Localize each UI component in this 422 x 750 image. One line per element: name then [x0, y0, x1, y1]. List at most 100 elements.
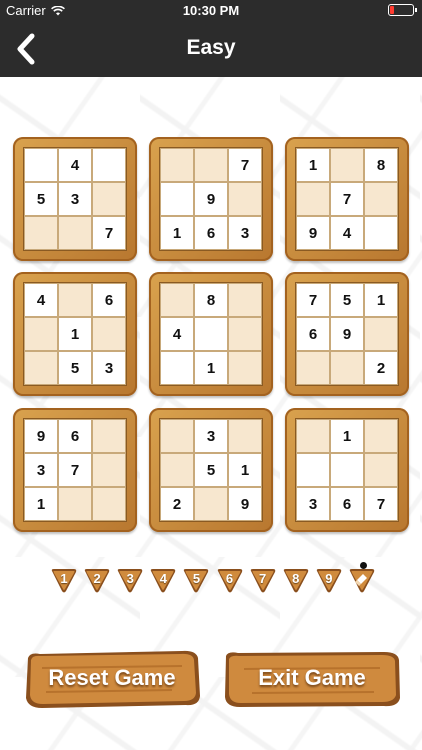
sudoku-cell[interactable]: 9 — [228, 487, 262, 521]
sudoku-cell[interactable] — [194, 148, 228, 182]
sudoku-cell[interactable] — [296, 182, 330, 216]
sudoku-cell[interactable] — [228, 351, 262, 385]
sudoku-cell[interactable] — [364, 182, 398, 216]
sudoku-cell[interactable]: 6 — [296, 317, 330, 351]
sudoku-cell[interactable] — [330, 148, 364, 182]
sudoku-cell[interactable]: 1 — [330, 419, 364, 453]
sudoku-cell[interactable] — [92, 419, 126, 453]
sudoku-cell[interactable]: 1 — [296, 148, 330, 182]
number-button-7[interactable]: 7 — [249, 568, 277, 594]
sudoku-cell[interactable] — [160, 182, 194, 216]
sudoku-cell[interactable]: 7 — [58, 453, 92, 487]
sudoku-cell[interactable]: 6 — [58, 419, 92, 453]
sudoku-cell[interactable] — [58, 283, 92, 317]
number-label: 6 — [225, 571, 234, 586]
sudoku-cell[interactable]: 9 — [296, 216, 330, 250]
sudoku-cell[interactable]: 8 — [364, 148, 398, 182]
sudoku-cell[interactable] — [160, 351, 194, 385]
sudoku-cell[interactable]: 7 — [296, 283, 330, 317]
sudoku-cell[interactable] — [58, 216, 92, 250]
sudoku-cell[interactable]: 1 — [160, 216, 194, 250]
page-title: Easy — [186, 36, 236, 59]
sudoku-cell[interactable] — [228, 283, 262, 317]
number-button-2[interactable]: 2 — [83, 568, 111, 594]
sudoku-box-4: 46153 — [13, 272, 137, 396]
sudoku-cell[interactable] — [228, 419, 262, 453]
sudoku-cell[interactable] — [364, 419, 398, 453]
exit-game-button[interactable]: Exit Game — [222, 648, 402, 710]
sudoku-cell[interactable]: 9 — [330, 317, 364, 351]
sudoku-cell[interactable]: 5 — [24, 182, 58, 216]
sudoku-cell[interactable]: 1 — [58, 317, 92, 351]
sudoku-cell[interactable] — [296, 453, 330, 487]
number-button-1[interactable]: 1 — [50, 568, 78, 594]
sudoku-cell[interactable]: 3 — [194, 419, 228, 453]
sudoku-cell[interactable]: 1 — [194, 351, 228, 385]
sudoku-cell[interactable]: 2 — [364, 351, 398, 385]
number-button-9[interactable]: 9 — [315, 568, 343, 594]
sudoku-cell[interactable] — [24, 351, 58, 385]
sudoku-box-5: 841 — [149, 272, 273, 396]
sudoku-cell[interactable] — [92, 182, 126, 216]
sudoku-cell[interactable]: 7 — [364, 487, 398, 521]
sudoku-cell[interactable]: 4 — [330, 216, 364, 250]
sudoku-cell[interactable]: 7 — [228, 148, 262, 182]
sudoku-cell[interactable]: 4 — [58, 148, 92, 182]
sudoku-cell[interactable] — [160, 453, 194, 487]
number-label: 5 — [192, 571, 201, 586]
sudoku-cell[interactable]: 1 — [24, 487, 58, 521]
sudoku-cell[interactable] — [364, 216, 398, 250]
sudoku-cell[interactable] — [24, 317, 58, 351]
sudoku-cell[interactable]: 4 — [24, 283, 58, 317]
sudoku-cell[interactable] — [160, 419, 194, 453]
number-button-3[interactable]: 3 — [116, 568, 144, 594]
sudoku-cell[interactable]: 3 — [296, 487, 330, 521]
sudoku-cell[interactable] — [92, 317, 126, 351]
sudoku-cell[interactable]: 5 — [58, 351, 92, 385]
sudoku-cell[interactable]: 6 — [194, 216, 228, 250]
number-button-5[interactable]: 5 — [182, 568, 210, 594]
sudoku-cell[interactable]: 9 — [24, 419, 58, 453]
sudoku-box-3: 18794 — [285, 137, 409, 261]
sudoku-cell[interactable] — [364, 453, 398, 487]
sudoku-cell[interactable]: 2 — [160, 487, 194, 521]
sudoku-cell[interactable] — [160, 283, 194, 317]
sudoku-cell[interactable]: 8 — [194, 283, 228, 317]
sudoku-cell[interactable] — [194, 487, 228, 521]
sudoku-cell[interactable]: 6 — [92, 283, 126, 317]
number-button-6[interactable]: 6 — [216, 568, 244, 594]
sudoku-cell[interactable]: 1 — [228, 453, 262, 487]
sudoku-cell[interactable] — [228, 317, 262, 351]
sudoku-cell[interactable] — [58, 487, 92, 521]
number-label: 9 — [325, 571, 333, 586]
sudoku-cell[interactable] — [92, 487, 126, 521]
sudoku-cell[interactable] — [296, 419, 330, 453]
sudoku-cell[interactable] — [160, 148, 194, 182]
sudoku-cell[interactable] — [296, 351, 330, 385]
eraser-button[interactable] — [348, 562, 376, 594]
sudoku-cell[interactable] — [92, 453, 126, 487]
sudoku-cell[interactable]: 3 — [24, 453, 58, 487]
number-button-4[interactable]: 4 — [149, 568, 177, 594]
number-button-8[interactable]: 8 — [282, 568, 310, 594]
sudoku-cell[interactable] — [92, 148, 126, 182]
sudoku-cell[interactable]: 3 — [92, 351, 126, 385]
sudoku-cell[interactable]: 4 — [160, 317, 194, 351]
sudoku-cell[interactable]: 3 — [58, 182, 92, 216]
sudoku-cell[interactable]: 6 — [330, 487, 364, 521]
sudoku-cell[interactable]: 5 — [194, 453, 228, 487]
sudoku-cell[interactable]: 9 — [194, 182, 228, 216]
reset-game-button[interactable]: Reset Game — [22, 648, 202, 710]
sudoku-cell[interactable] — [364, 317, 398, 351]
sudoku-cell[interactable]: 5 — [330, 283, 364, 317]
sudoku-cell[interactable]: 3 — [228, 216, 262, 250]
sudoku-cell[interactable] — [330, 351, 364, 385]
sudoku-cell[interactable] — [194, 317, 228, 351]
sudoku-cell[interactable]: 1 — [364, 283, 398, 317]
sudoku-cell[interactable] — [24, 216, 58, 250]
sudoku-cell[interactable] — [24, 148, 58, 182]
sudoku-cell[interactable]: 7 — [92, 216, 126, 250]
sudoku-cell[interactable] — [330, 453, 364, 487]
sudoku-cell[interactable] — [228, 182, 262, 216]
sudoku-cell[interactable]: 7 — [330, 182, 364, 216]
